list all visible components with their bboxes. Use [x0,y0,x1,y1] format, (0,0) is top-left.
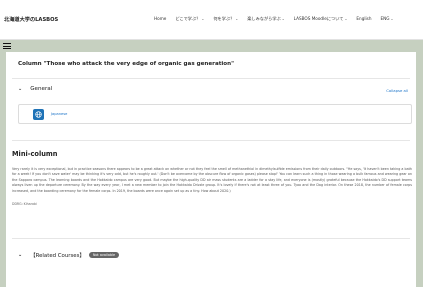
language-menu[interactable]: ENG⌄ [381,16,394,22]
chevron-down-icon: ⌄ [235,17,239,21]
activity-label[interactable]: Japanese [51,112,67,116]
site-brand[interactable]: 北海道大学のLASBOS [4,16,58,23]
mini-column-body: Very rarely it is very exceptional, but … [12,167,412,193]
related-courses-label: 【Related Courses】 [30,253,85,259]
nav-home[interactable]: Home [154,16,166,22]
nav-about-moodle[interactable]: LASBOS Moodleについて⌄ [294,16,348,22]
chevron-down-icon: ⌄ [390,17,394,21]
mini-column-title: Mini-column [12,150,58,158]
divider [12,140,410,141]
chevron-down-icon: ⌄ [281,17,285,21]
status-badge: Not available [88,252,120,258]
chevron-down-icon: ⌄ [18,86,23,92]
activity-japanese[interactable]: Japanese [18,104,412,124]
mini-column-credit: DDRG: Kiharabi [12,202,37,206]
top-navbar: 北海道大学のLASBOS Home どこで学ぶ？⌄ 何を学ぶ？⌄ 楽しみながら学… [0,0,423,40]
course-page: Column "Those who attack the very edge o… [6,52,416,287]
chevron-down-icon: ⌄ [201,17,205,21]
nav-what-to-learn[interactable]: 何を学ぶ？⌄ [213,16,238,22]
section-related-toggle[interactable]: ⌄ 【Related Courses】 Not available [18,251,120,259]
section-general-label: General [30,86,53,92]
globe-icon [33,109,44,120]
main-nav: Home どこで学ぶ？⌄ 何を学ぶ？⌄ 楽しみながら学ぶ⌄ LASBOS Moo… [154,16,402,22]
nav-where-to-learn[interactable]: どこで学ぶ？⌄ [175,16,204,22]
page-title: Column "Those who attack the very edge o… [18,61,235,67]
chevron-down-icon: ⌄ [344,17,348,21]
divider [12,238,410,239]
divider [12,78,410,79]
collapse-all-link[interactable]: Collapse all [386,88,408,93]
nav-english[interactable]: English [356,16,371,22]
chevron-down-icon: ⌄ [18,252,23,258]
hamburger-icon[interactable] [3,43,11,50]
section-general-toggle[interactable]: ⌄ General [18,86,52,92]
nav-learn-with-fun[interactable]: 楽しみながら学ぶ⌄ [247,16,284,22]
